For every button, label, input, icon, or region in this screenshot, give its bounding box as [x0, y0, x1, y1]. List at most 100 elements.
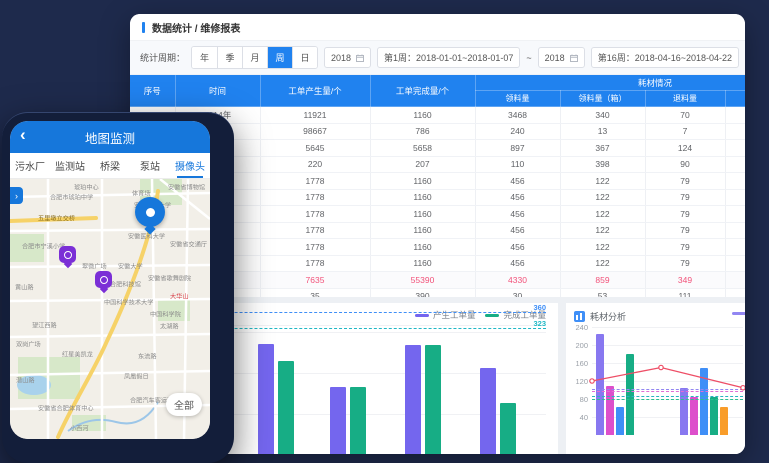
- cell-value-0: 1778: [260, 255, 370, 272]
- cell-value-2: 456: [475, 239, 560, 256]
- map-label: 太湖路: [160, 321, 179, 331]
- y-tick-120: 120: [575, 377, 588, 386]
- selected-location-pin[interactable]: [135, 197, 165, 227]
- cell-value-3: 340: [560, 107, 645, 124]
- back-icon[interactable]: ‹: [20, 125, 26, 145]
- phone-tab-bar: 污水厂监测站桥梁泵站摄像头: [10, 153, 210, 179]
- cell-value-1: 55390: [370, 272, 475, 289]
- cell-value-5: 67: [725, 222, 745, 239]
- consumable-chart-title: 耗材分析: [590, 310, 626, 323]
- trend-line: [592, 326, 745, 446]
- period-option-月[interactable]: 月: [242, 47, 267, 68]
- cell-value-3: 398: [560, 156, 645, 173]
- table-header-row: 序号时间工单产生量/个工单完成量/个耗材情况: [130, 75, 745, 91]
- map-label: 翠微广场: [82, 261, 107, 271]
- end-year-select[interactable]: 2018: [538, 47, 585, 68]
- cell-value-4: 70: [645, 107, 725, 124]
- start-year-select[interactable]: 2018: [324, 47, 371, 68]
- cell-value-0: 1778: [260, 206, 370, 223]
- map-label: 安徽省博物馆: [168, 182, 205, 192]
- tab-污水厂[interactable]: 污水厂: [10, 153, 50, 178]
- breadcrumb: 数据统计 / 维修报表: [130, 14, 745, 41]
- bar-产生工单量-2: [405, 345, 421, 454]
- cell-value-0: 1778: [260, 173, 370, 190]
- cell-value-3: 122: [560, 173, 645, 190]
- tab-泵站[interactable]: 泵站: [130, 153, 170, 178]
- range-separator: ~: [526, 53, 531, 63]
- period-option-季[interactable]: 季: [217, 47, 242, 68]
- y-tick-80: 80: [580, 395, 588, 404]
- cell-value-1: 1160: [370, 173, 475, 190]
- consumable-chart-panel: 耗材分析 2402001601208040: [566, 303, 745, 454]
- start-week-field[interactable]: 第1周：2018-01-01~2018-01-07: [377, 47, 520, 68]
- cell-value-2: 456: [475, 189, 560, 206]
- cell-value-5: 67: [725, 189, 745, 206]
- cell-value-2: 4330: [475, 272, 560, 289]
- tab-监测站[interactable]: 监测站: [50, 153, 90, 178]
- start-year-value: 2018: [331, 53, 351, 63]
- show-all-button[interactable]: 全部: [166, 393, 202, 416]
- bar-完成工单量-2: [425, 345, 441, 454]
- map-label: 望江西路: [32, 320, 57, 330]
- cell-value-5: 650: [725, 123, 745, 140]
- cell-value-5: 19: [725, 156, 745, 173]
- filter-bar: 统计周期： 年季月周日 2018 第1周：2018-01-01~2018-01-…: [130, 41, 745, 75]
- cell-value-4: 79: [645, 173, 725, 190]
- cell-value-5: 67: [725, 255, 745, 272]
- cell-value-1: 1160: [370, 107, 475, 124]
- map-label: 合肥市琥珀中学: [50, 192, 93, 202]
- cell-value-5: 67: [725, 239, 745, 256]
- map-label: 大华山: [170, 291, 189, 301]
- cell-value-0: 1778: [260, 239, 370, 256]
- cell-value-3: 122: [560, 189, 645, 206]
- tab-摄像头[interactable]: 摄像头: [170, 153, 210, 178]
- period-option-日[interactable]: 日: [292, 47, 317, 68]
- report-table-head: 序号时间工单产生量/个工单完成量/个耗材情况领料量领料量（箱）退料量水量: [130, 75, 745, 107]
- map-label: 中国科学技术大学: [104, 297, 153, 307]
- cell-value-2: 110: [475, 156, 560, 173]
- end-year-value: 2018: [545, 53, 565, 63]
- map-label: 安徽医科大学: [128, 231, 165, 241]
- legend-item-created[interactable]: 产生工单量: [415, 309, 476, 321]
- map-view[interactable]: › 琥珀中心合肥市琥珀中学体育场安徽省博物馆安徽农业大学五里墩立交桥合肥市宁溪小…: [10, 179, 210, 439]
- cell-value-4: 349: [645, 272, 725, 289]
- cell-value-4: 124: [645, 140, 725, 157]
- cell-value-1: 786: [370, 123, 475, 140]
- calendar-icon: [356, 54, 364, 62]
- cell-value-0: 11921: [260, 107, 370, 124]
- map-label: 五里墩立交桥: [38, 213, 75, 223]
- bar-产生工单量-3: [480, 368, 496, 454]
- table-subheader-2: 退料量: [645, 91, 725, 107]
- cell-value-2: 456: [475, 173, 560, 190]
- map-label: 潜山路: [16, 375, 35, 385]
- period-option-年[interactable]: 年: [192, 47, 217, 68]
- tab-桥梁[interactable]: 桥梁: [90, 153, 130, 178]
- camera-marker[interactable]: [59, 246, 76, 263]
- bar-产生工单量-1: [330, 387, 346, 454]
- map-label: 安徽省合肥体育中心: [38, 403, 94, 413]
- map-label: 中国科学院: [150, 309, 181, 319]
- map-label: 安徽大学: [118, 261, 143, 271]
- map-label: 安徽省歌舞剧院: [148, 273, 191, 283]
- end-week-value: 第16周：2018-04-16~2018-04-22: [598, 51, 732, 64]
- period-segment: 年季月周日: [191, 46, 318, 69]
- calendar-icon: [570, 54, 578, 62]
- consumable-chart-header: 耗材分析: [566, 303, 745, 324]
- cell-value-4: 79: [645, 206, 725, 223]
- map-expander-button[interactable]: ›: [10, 187, 23, 204]
- legend-swatch-completed: [485, 314, 499, 317]
- cell-value-2: 456: [475, 255, 560, 272]
- cell-value-4: 79: [645, 189, 725, 206]
- map-label: 安徽省交通厅: [170, 239, 207, 249]
- period-option-周[interactable]: 周: [267, 47, 292, 68]
- map-label: 红星美凯龙: [62, 349, 93, 359]
- map-label: 小西河: [70, 423, 89, 433]
- cell-value-2: 3468: [475, 107, 560, 124]
- chart-icon: [574, 311, 585, 322]
- y-tick-40: 40: [580, 413, 588, 422]
- cell-value-1: 1160: [370, 255, 475, 272]
- end-week-field[interactable]: 第16周：2018-04-16~2018-04-22: [591, 47, 739, 68]
- y-tick-160: 160: [575, 359, 588, 368]
- cell-value-0: 7635: [260, 272, 370, 289]
- camera-marker[interactable]: [95, 271, 112, 288]
